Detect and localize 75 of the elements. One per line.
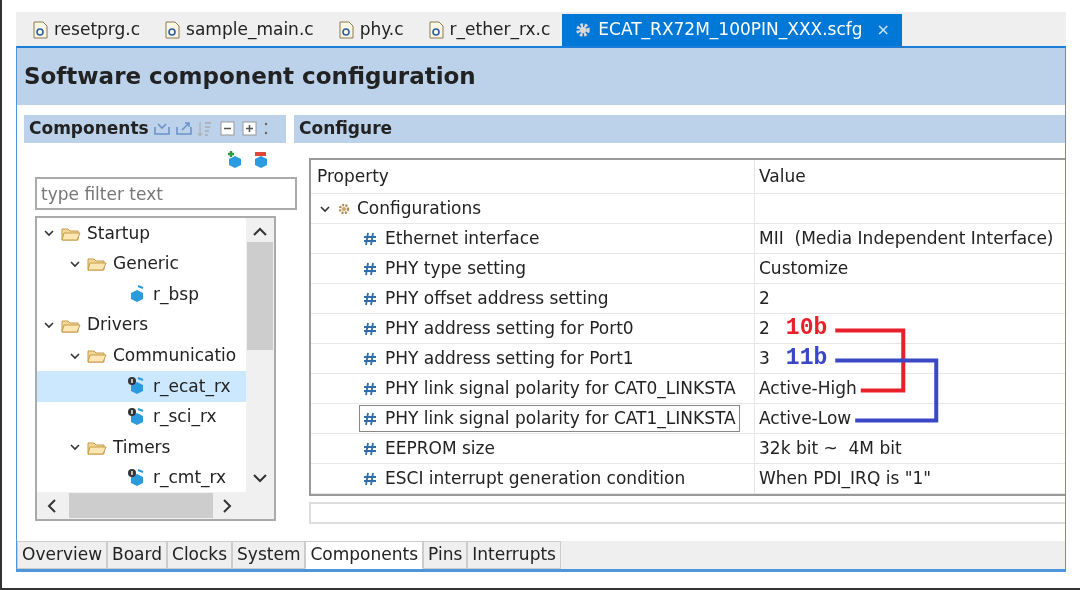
add-component-icon[interactable] xyxy=(226,151,244,169)
hash-icon xyxy=(363,380,377,397)
gear-icon xyxy=(337,201,351,216)
hash-icon xyxy=(363,410,377,427)
expand-all-icon[interactable] xyxy=(240,120,259,138)
property-cell[interactable]: ESCI interrupt generation condition xyxy=(359,464,690,493)
tree-item[interactable]: Generic xyxy=(37,248,249,280)
page-tab[interactable]: Clocks xyxy=(167,541,233,569)
file-tab[interactable]: r_ether_rx.c xyxy=(415,14,563,46)
folder-icon xyxy=(87,347,107,365)
remove-component-icon[interactable] xyxy=(252,151,270,169)
folder-icon xyxy=(87,255,107,273)
tree-item[interactable]: Communicatio xyxy=(37,340,249,371)
scroll-right-icon[interactable] xyxy=(220,497,234,514)
c-file-icon xyxy=(427,21,444,39)
scroll-left-icon[interactable] xyxy=(45,497,59,514)
value-cell[interactable]: Active-High xyxy=(759,375,857,402)
tree-item[interactable]: Startup xyxy=(37,218,249,249)
property-cell[interactable]: Ethernet interface xyxy=(359,224,544,253)
hash-icon xyxy=(363,470,377,487)
panel-title: Configure xyxy=(299,117,393,141)
property-cell[interactable]: PHY type setting xyxy=(359,254,531,283)
property-cell[interactable]: PHY link signal polarity for CAT1_LINKSTA xyxy=(359,404,740,433)
horizontal-scrollbar[interactable] xyxy=(309,502,1065,524)
property-cell[interactable]: PHY address setting for Port1 xyxy=(359,344,638,373)
tree-item[interactable]: Timers xyxy=(37,432,249,463)
annotation-label: 11b xyxy=(785,347,828,370)
page-tab[interactable]: Board xyxy=(107,541,167,569)
tree-item[interactable]: Drivers xyxy=(37,309,249,341)
file-tab[interactable]: sample_main.c xyxy=(152,14,326,46)
hash-icon xyxy=(363,260,377,277)
c-file-icon xyxy=(32,21,48,39)
file-tab[interactable]: resetprg.c xyxy=(20,14,153,46)
scroll-up-icon[interactable] xyxy=(252,226,268,238)
column-header: Value xyxy=(759,164,806,188)
panel-title: Components xyxy=(29,117,149,141)
value-cell[interactable]: When PDI_IRQ is "1" xyxy=(759,465,932,492)
property-cell[interactable]: PHY address setting for Port0 xyxy=(359,314,638,343)
value-cell[interactable]: Active-Low xyxy=(759,405,852,432)
horizontal-scrollbar[interactable] xyxy=(37,492,274,519)
tree-item[interactable]: r_cmt_rx xyxy=(37,462,249,494)
property-cell[interactable]: PHY link signal polarity for CAT0_LINKSTA xyxy=(359,374,740,403)
scroll-down-icon[interactable] xyxy=(252,472,268,484)
hash-icon xyxy=(363,350,377,367)
page-tab[interactable]: Components xyxy=(305,541,424,569)
column-header: Property xyxy=(316,164,389,188)
vertical-scrollbar[interactable] xyxy=(246,218,274,492)
file-tab[interactable]: phy.c xyxy=(325,14,416,46)
hash-icon xyxy=(363,230,377,247)
editor-title: Software component configuration xyxy=(17,48,1065,105)
page-tab[interactable]: Pins xyxy=(423,541,468,569)
filter-field[interactable]: type filter text xyxy=(35,177,297,210)
tree-item[interactable]: r_sci_rx xyxy=(37,401,249,433)
value-cell[interactable]: 2 xyxy=(759,285,770,312)
annotation-label: 10b xyxy=(785,317,828,340)
value-cell[interactable]: MII (Media Independent Interface) xyxy=(759,225,1054,252)
hash-icon xyxy=(363,320,377,337)
c-file-icon xyxy=(164,21,181,39)
page-tab[interactable]: Overview xyxy=(17,541,108,569)
hash-icon xyxy=(363,440,377,457)
value-cell[interactable]: 3 xyxy=(759,345,770,372)
value-cell[interactable]: 32k bit ~ 4M bit xyxy=(759,435,902,462)
tree-item[interactable]: r_bsp xyxy=(37,279,249,310)
property-cell[interactable]: PHY offset address setting xyxy=(359,284,613,313)
hash-icon xyxy=(363,290,377,307)
property-cell[interactable]: EEPROM size xyxy=(359,434,499,463)
gear-icon xyxy=(574,21,593,39)
value-cell[interactable]: 2 xyxy=(759,315,770,342)
page-tab[interactable]: System xyxy=(232,541,306,569)
tree-item[interactable]: r_ecat_rx xyxy=(37,370,249,402)
page-tab[interactable]: Interrupts xyxy=(467,541,561,569)
file-tab[interactable]: ECAT_RX72M_100PIN_XXX.scfg × xyxy=(562,14,902,46)
value-cell[interactable]: Customize xyxy=(759,255,849,282)
c-file-icon xyxy=(337,21,354,39)
group-label: Configurations xyxy=(357,196,482,220)
